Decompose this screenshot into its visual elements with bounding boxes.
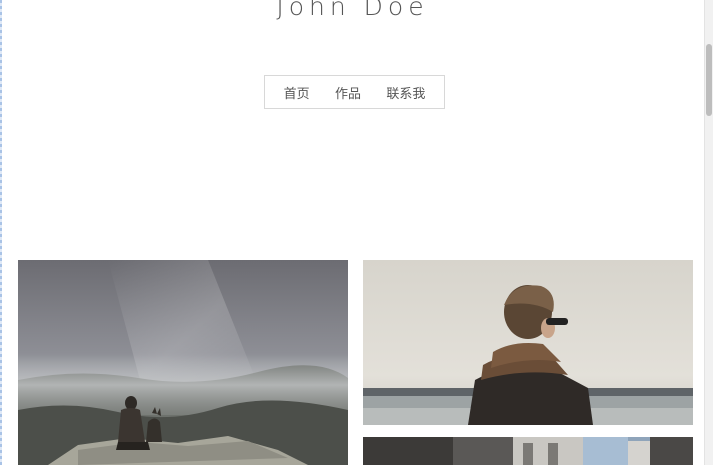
nav-link-contact[interactable]: 联系我 xyxy=(386,83,425,102)
gallery-photo-seaside[interactable] xyxy=(363,260,693,425)
page: John Doe 首页 作品 联系我 xyxy=(0,0,713,465)
main-nav: 首页 作品 联系我 xyxy=(264,75,445,109)
scrollbar-thumb[interactable] xyxy=(706,44,712,116)
nav-link-works[interactable]: 作品 xyxy=(335,83,361,102)
site-title: John Doe xyxy=(276,0,429,21)
gallery-photo-mountain[interactable] xyxy=(18,260,348,465)
scrollbar[interactable] xyxy=(704,0,713,465)
nav-link-home[interactable]: 首页 xyxy=(284,83,310,102)
gallery-photo-street[interactable] xyxy=(363,437,693,465)
window-left-edge xyxy=(0,0,2,465)
